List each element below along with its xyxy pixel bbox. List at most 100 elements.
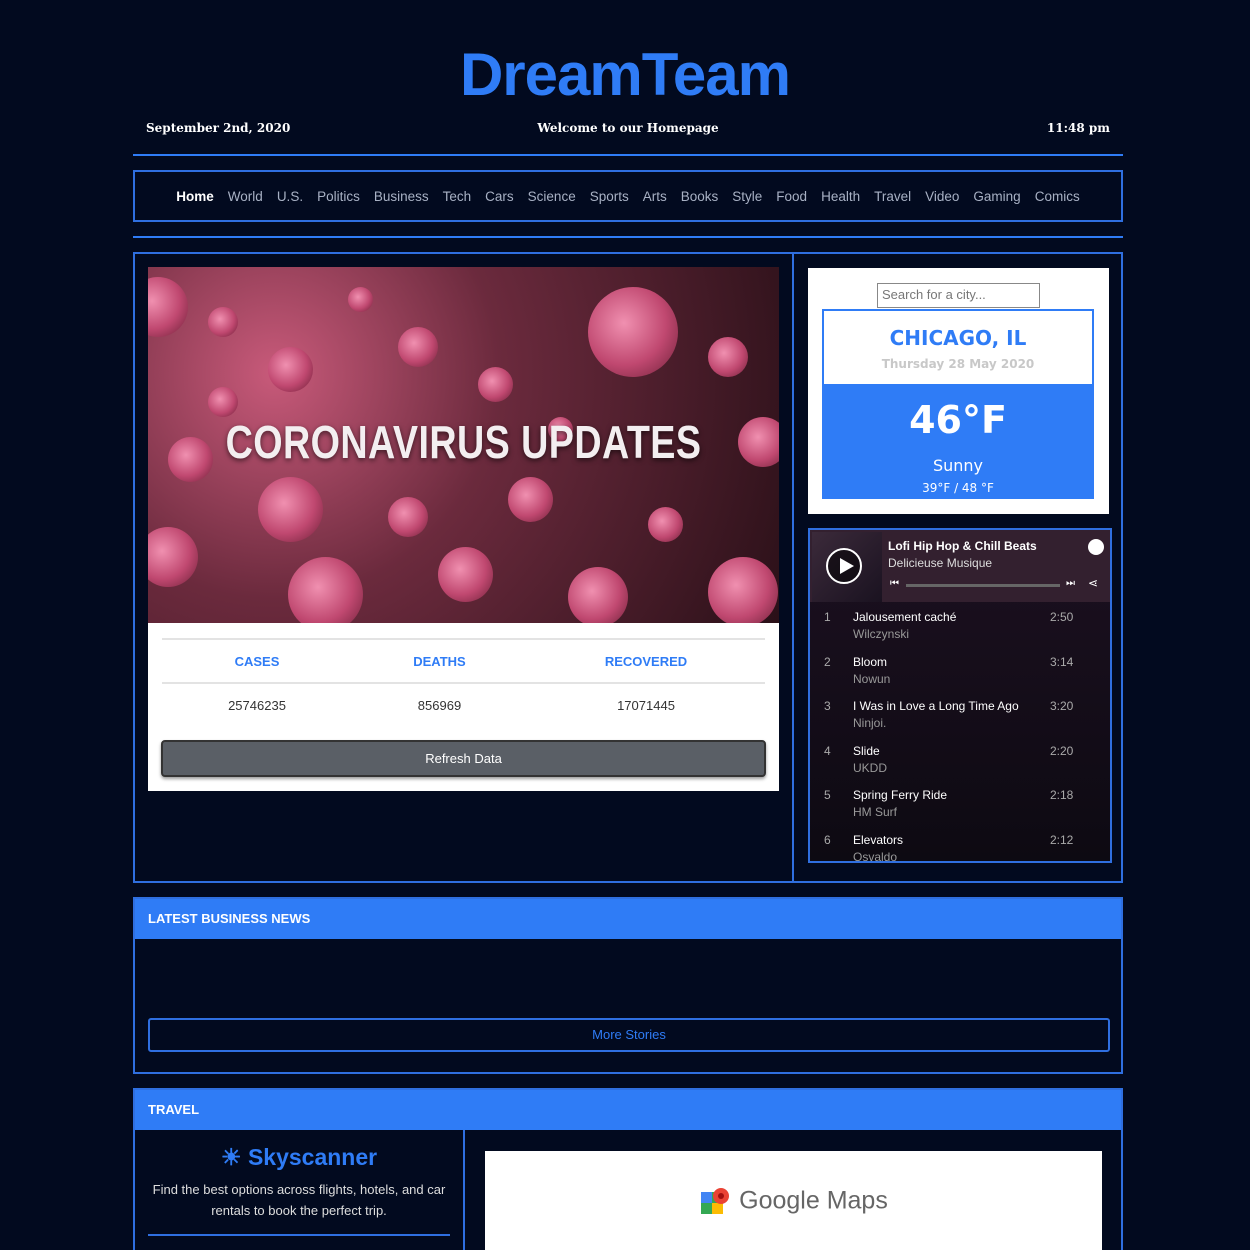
track-duration: 2:18 <box>1050 788 1074 803</box>
nav-business[interactable]: Business <box>374 189 429 204</box>
track-name: I Was in Love a Long Time Ago <box>853 699 1019 714</box>
nav-us[interactable]: U.S. <box>277 189 303 204</box>
skyscanner-card[interactable]: ☀ Skyscanner Find the best options acros… <box>135 1144 463 1221</box>
skyscanner-description: Find the best options across flights, ho… <box>152 1182 446 1218</box>
playlist-artist[interactable]: Delicieuse Musique <box>888 556 992 570</box>
track-name: Spring Ferry Ride <box>853 788 948 803</box>
track-artist: Ninjoi. <box>853 716 887 731</box>
weather-card: CHICAGO, IL Thursday 28 May 2020 46°F Su… <box>822 309 1094 499</box>
nav-world[interactable]: World <box>228 189 263 204</box>
welcome-text: Welcome to our Homepage <box>537 121 719 135</box>
track-duration: 2:12 <box>1050 832 1074 847</box>
track-duration: 2:20 <box>1050 743 1074 758</box>
city-search-input[interactable]: Search for a city... <box>877 283 1040 308</box>
track-number: 4 <box>824 743 831 758</box>
track-duration: 2:50 <box>1050 610 1074 624</box>
spotify-icon[interactable] <box>1088 539 1104 555</box>
business-news-section: LATEST BUSINESS NEWS More Stories <box>133 897 1123 1074</box>
progress-bar[interactable] <box>906 584 1060 587</box>
covid-widget: CORONAVIRUS UPDATES CASES DEATHS RECOVER… <box>148 267 779 791</box>
nav-style[interactable]: Style <box>732 189 762 204</box>
playlist-title[interactable]: Lofi Hip Hop & Chill Beats <box>888 539 1037 553</box>
recovered-value: 17071445 <box>617 697 675 713</box>
divider <box>133 154 1123 156</box>
track-name: Bloom <box>853 654 888 669</box>
covid-stats-table: CASES DEATHS RECOVERED 25746235 856969 1… <box>162 638 765 726</box>
nav-books[interactable]: Books <box>681 189 719 204</box>
main-nav: Home World U.S. Politics Business Tech C… <box>133 170 1123 222</box>
nav-politics[interactable]: Politics <box>317 189 360 204</box>
map-pin-icon <box>701 1188 730 1214</box>
nav-cars[interactable]: Cars <box>485 189 514 204</box>
track-number: 3 <box>824 699 831 714</box>
track-row[interactable]: 2 Bloom Nowun 3:14 <box>810 649 1110 694</box>
covid-image-title: CORONAVIRUS UPDATES <box>225 416 702 468</box>
share-icon[interactable]: ⋖ <box>1088 576 1098 590</box>
main-panel: CORONAVIRUS UPDATES CASES DEATHS RECOVER… <box>133 252 1123 883</box>
column-divider <box>463 1130 465 1250</box>
weather-temperature: 46°F <box>909 398 1007 442</box>
stats-header-row: CASES DEATHS RECOVERED <box>162 638 765 682</box>
track-name: Elevators <box>853 832 904 847</box>
track-number: 6 <box>824 832 831 847</box>
sunrise-icon: ☀ <box>220 1144 242 1170</box>
recovered-header: RECOVERED <box>604 653 688 669</box>
previous-icon[interactable]: ⏮ <box>890 578 899 589</box>
skyscanner-logo: ☀ Skyscanner <box>135 1144 463 1171</box>
refresh-data-button[interactable]: Refresh Data <box>161 740 766 777</box>
track-row[interactable]: 6 Elevators Osvaldo 2:12 <box>810 827 1110 863</box>
track-row[interactable]: 5 Spring Ferry Ride HM Surf 2:18 <box>810 782 1110 827</box>
track-artist: Osvaldo <box>853 849 898 863</box>
track-name: Jalousement caché <box>853 610 957 624</box>
track-duration: 3:14 <box>1050 654 1074 669</box>
play-icon[interactable] <box>826 548 862 584</box>
nav-comics[interactable]: Comics <box>1035 189 1080 204</box>
track-name: Slide <box>853 743 880 758</box>
nav-tech[interactable]: Tech <box>443 189 472 204</box>
nav-video[interactable]: Video <box>925 189 959 204</box>
track-row[interactable]: 4 Slide UKDD 2:20 <box>810 738 1110 783</box>
divider <box>133 236 1123 238</box>
coronavirus-image: CORONAVIRUS UPDATES <box>148 267 779 623</box>
google-maps-logo: Google Maps <box>485 1186 1102 1218</box>
weather-city: CHICAGO, IL <box>889 326 1027 350</box>
nav-health[interactable]: Health <box>821 189 860 204</box>
track-number: 5 <box>824 788 831 803</box>
google-maps-card[interactable]: Google Maps <box>485 1151 1102 1250</box>
google-maps-label: Google Maps <box>739 1186 888 1215</box>
player-header: Lofi Hip Hop & Chill Beats Delicieuse Mu… <box>810 530 1110 602</box>
spotify-player: Lofi Hip Hop & Chill Beats Delicieuse Mu… <box>808 528 1112 863</box>
weather-date: Thursday 28 May 2020 <box>881 357 1035 371</box>
track-row[interactable]: 3 I Was in Love a Long Time Ago Ninjoi. … <box>810 693 1110 738</box>
deaths-value: 856969 <box>417 697 462 713</box>
cases-header: CASES <box>234 653 280 669</box>
nav-gaming[interactable]: Gaming <box>973 189 1020 204</box>
business-news-heading: LATEST BUSINESS NEWS <box>135 899 1121 939</box>
deaths-header: DEATHS <box>413 653 466 669</box>
next-icon[interactable]: ⏭ <box>1066 578 1075 589</box>
track-number: 1 <box>824 610 831 624</box>
nav-food[interactable]: Food <box>776 189 807 204</box>
current-time: 11:48 pm <box>1046 121 1110 135</box>
track-artist: Wilczynski <box>853 627 909 641</box>
nav-home[interactable]: Home <box>176 189 214 204</box>
travel-section: TRAVEL ☀ Skyscanner Find the best option… <box>133 1088 1123 1250</box>
nav-sports[interactable]: Sports <box>590 189 629 204</box>
weather-widget: Search for a city... CHICAGO, IL Thursda… <box>808 268 1109 514</box>
site-logo[interactable]: DreamTeam <box>0 40 1250 109</box>
weather-range: 39°F / 48 °F <box>922 481 994 495</box>
weather-condition: Sunny <box>932 456 984 475</box>
track-artist: Nowun <box>853 671 891 686</box>
track-row[interactable]: 1 Jalousement caché Wilczynski 2:50 <box>810 604 1110 649</box>
nav-science[interactable]: Science <box>528 189 576 204</box>
weather-panel: 46°F Sunny 39°F / 48 °F <box>824 384 1092 497</box>
travel-heading: TRAVEL <box>135 1090 1121 1130</box>
more-stories-button[interactable]: More Stories <box>148 1018 1110 1052</box>
nav-travel[interactable]: Travel <box>874 189 911 204</box>
nav-arts[interactable]: Arts <box>643 189 667 204</box>
track-artist: HM Surf <box>853 805 898 820</box>
divider <box>148 1234 450 1236</box>
track-duration: 3:20 <box>1050 699 1074 714</box>
track-artist: UKDD <box>853 760 888 775</box>
column-divider <box>792 254 794 881</box>
